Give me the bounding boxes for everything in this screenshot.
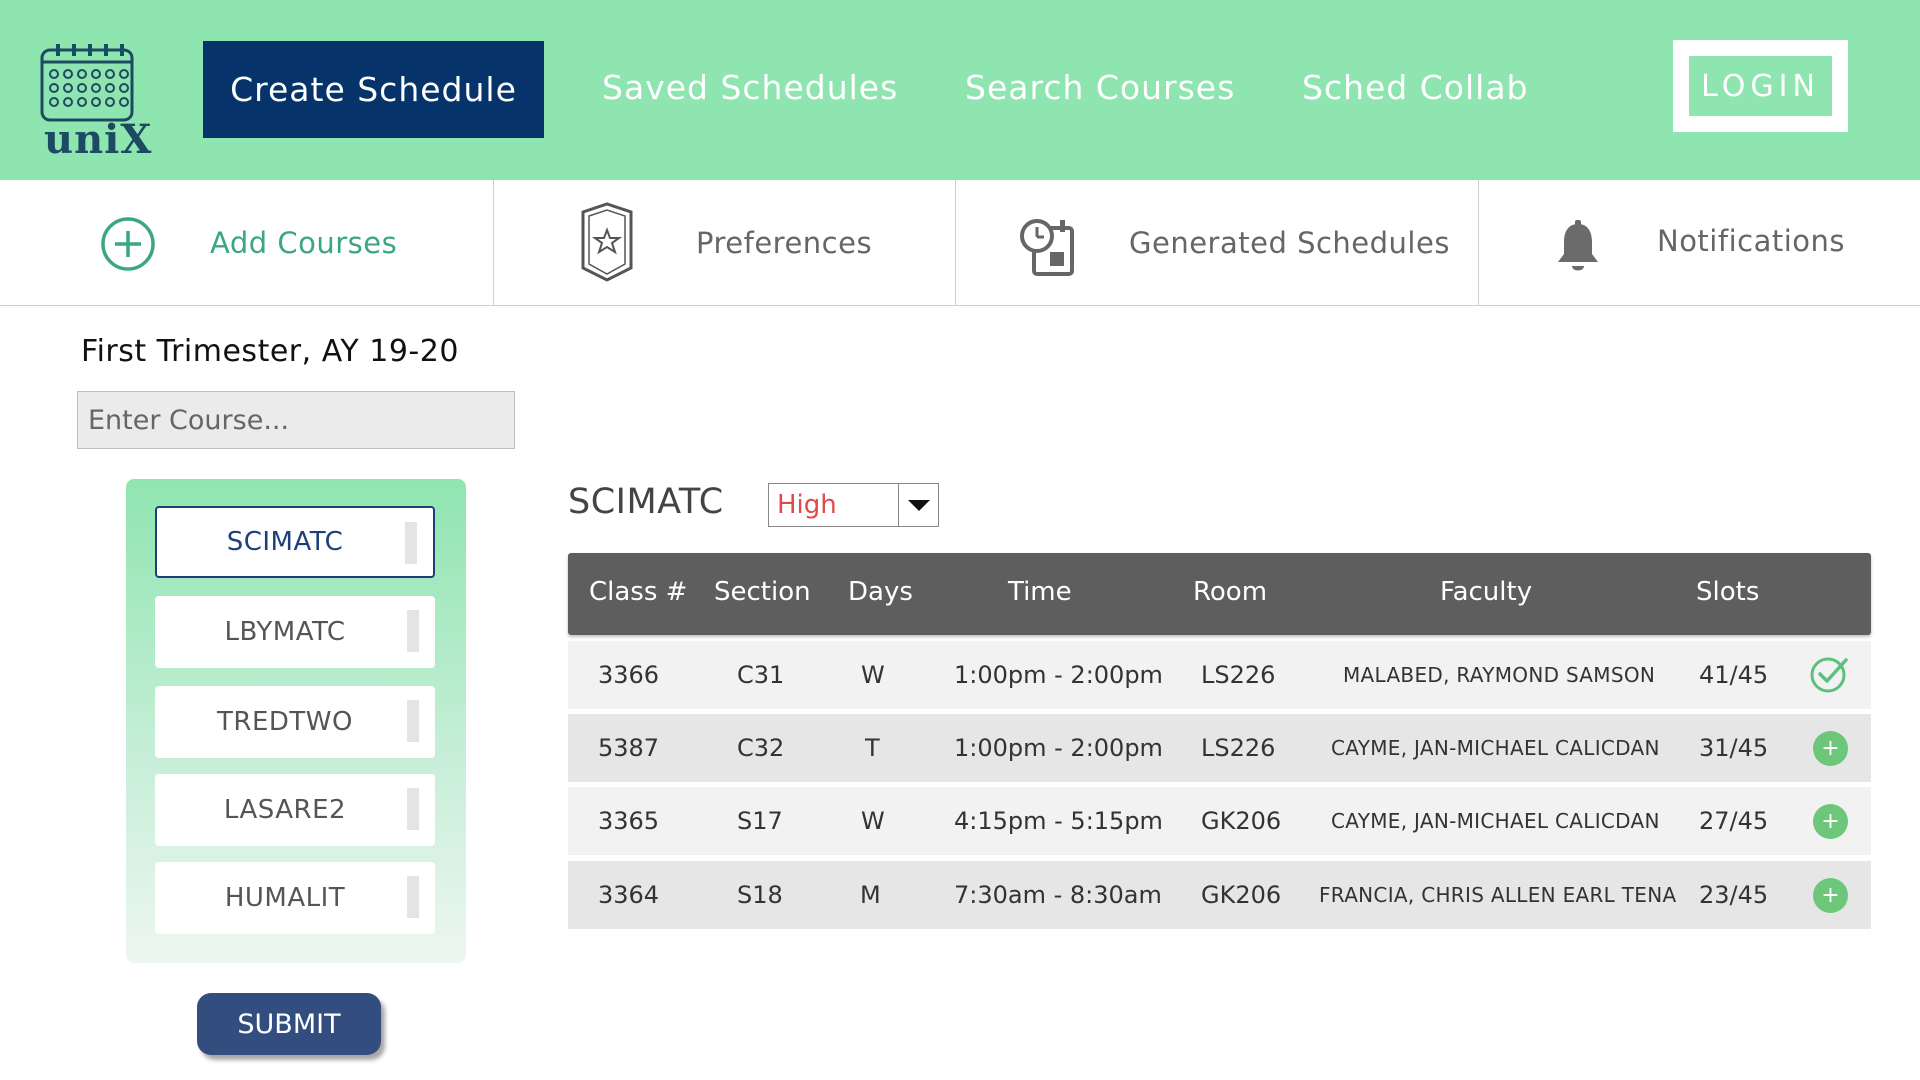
nav-search-courses[interactable]: Search Courses: [965, 68, 1235, 107]
course-search-input[interactable]: [77, 391, 515, 449]
cell-room: GK206: [1201, 881, 1282, 909]
column-header-days: Days: [848, 577, 913, 607]
course-item-label: HUMALIT: [224, 883, 346, 913]
submit-button[interactable]: SUBMIT: [197, 993, 381, 1055]
tab-add-courses-label: Add Courses: [210, 226, 398, 260]
course-item-tredtwo[interactable]: TREDTWO: [155, 686, 435, 758]
cell-slots: 31/45: [1699, 734, 1769, 762]
tab-generated-schedules[interactable]: Generated Schedules: [956, 180, 1479, 305]
nav-saved-schedules[interactable]: Saved Schedules: [602, 68, 898, 107]
drag-handle[interactable]: [407, 610, 419, 652]
column-header-section: Section: [714, 577, 811, 607]
cell-section: C32: [737, 734, 785, 762]
cell-section: S17: [737, 807, 783, 835]
add-section-button[interactable]: +: [1813, 878, 1848, 913]
cell-faculty: FRANCIA, CHRIS ALLEN EARL TENA: [1319, 883, 1677, 907]
cell-section: S18: [737, 881, 783, 909]
selected-course-title: SCIMATC: [568, 482, 724, 522]
drag-handle[interactable]: [405, 522, 417, 564]
chevron-down-icon: [908, 500, 930, 511]
tab-notifications[interactable]: Notifications: [1479, 180, 1920, 305]
cell-slots: 23/45: [1699, 881, 1769, 909]
nav-create-schedule[interactable]: Create Schedule: [203, 41, 544, 138]
calendar-icon: [40, 44, 134, 122]
sections-table-header: Class # Section Days Time Room Faculty S…: [568, 553, 1871, 635]
course-item-scimatc[interactable]: SCIMATC: [155, 506, 435, 578]
drag-handle[interactable]: [407, 700, 419, 742]
login-button[interactable]: LOGIN: [1689, 56, 1832, 116]
course-item-label: TREDTWO: [217, 707, 353, 737]
table-row[interactable]: 3366 C31 W 1:00pm - 2:00pm LS226 MALABED…: [568, 641, 1871, 709]
clock-calendar-icon: [1020, 219, 1074, 276]
cell-days: M: [860, 881, 881, 909]
course-item-label: SCIMATC: [226, 527, 344, 557]
column-header-class: Class #: [589, 577, 688, 607]
cell-days: W: [861, 661, 885, 689]
cell-faculty: CAYME, JAN-MICHAEL CALICDAN: [1331, 736, 1660, 760]
add-section-button[interactable]: +: [1813, 731, 1848, 766]
tab-preferences-label: Preferences: [696, 226, 873, 260]
column-header-faculty: Faculty: [1440, 577, 1533, 607]
nav-sched-collab[interactable]: Sched Collab: [1302, 68, 1528, 107]
cell-room: LS226: [1201, 661, 1276, 689]
check-icon[interactable]: [1810, 654, 1850, 694]
tab-preferences[interactable]: Preferences: [494, 180, 956, 305]
cell-room: GK206: [1201, 807, 1282, 835]
tab-notifications-label: Notifications: [1657, 224, 1846, 258]
course-item-humalit[interactable]: HUMALIT: [155, 862, 435, 934]
priority-value: High: [777, 490, 837, 520]
course-item-label: LBYMATC: [224, 617, 346, 647]
dropdown-toggle[interactable]: [898, 484, 938, 526]
column-header-time: Time: [1008, 577, 1072, 607]
cell-slots: 27/45: [1699, 807, 1769, 835]
logo-text: uniX: [44, 116, 153, 163]
tab-generated-schedules-label: Generated Schedules: [1129, 226, 1450, 260]
drag-handle[interactable]: [407, 876, 419, 918]
cell-time: 4:15pm - 5:15pm: [954, 807, 1163, 835]
cell-time: 7:30am - 8:30am: [954, 881, 1162, 909]
plus-circle-icon: [101, 217, 155, 271]
cell-class-number: 3364: [598, 881, 660, 909]
course-item-lbymatc[interactable]: LBYMATC: [155, 596, 435, 668]
cell-time: 1:00pm - 2:00pm: [954, 734, 1163, 762]
cell-class-number: 5387: [598, 734, 660, 762]
priority-dropdown[interactable]: High: [768, 483, 939, 527]
table-row[interactable]: 3364 S18 M 7:30am - 8:30am GK206 FRANCIA…: [568, 861, 1871, 929]
table-row[interactable]: 3365 S17 W 4:15pm - 5:15pm GK206 CAYME, …: [568, 787, 1871, 855]
course-item-label: LASARE2: [223, 795, 347, 825]
cell-section: C31: [737, 661, 785, 689]
column-header-slots: Slots: [1696, 577, 1760, 607]
cell-class-number: 3366: [598, 661, 660, 689]
table-row[interactable]: 5387 C32 T 1:00pm - 2:00pm LS226 CAYME, …: [568, 714, 1871, 782]
step-tabs: Add Courses Preferences Generated Schedu…: [0, 180, 1920, 306]
unix-logo[interactable]: uniX: [38, 42, 151, 163]
badge-star-icon: [581, 202, 633, 282]
cell-room: LS226: [1201, 734, 1276, 762]
bell-icon: [1558, 220, 1598, 271]
tab-add-courses[interactable]: Add Courses: [0, 180, 494, 305]
cell-faculty: CAYME, JAN-MICHAEL CALICDAN: [1331, 809, 1660, 833]
cell-faculty: MALABED, RAYMOND SAMSON: [1343, 663, 1656, 687]
cell-days: W: [861, 807, 885, 835]
cell-slots: 41/45: [1699, 661, 1769, 689]
term-title: First Trimester, AY 19-20: [81, 334, 459, 369]
course-item-lasare2[interactable]: LASARE2: [155, 774, 435, 846]
drag-handle[interactable]: [407, 788, 419, 830]
top-navigation-bar: uniX Create Schedule Saved Schedules Sea…: [0, 0, 1920, 180]
cell-days: T: [865, 734, 880, 762]
cell-time: 1:00pm - 2:00pm: [954, 661, 1163, 689]
add-section-button[interactable]: +: [1813, 804, 1848, 839]
cell-class-number: 3365: [598, 807, 660, 835]
column-header-room: Room: [1193, 577, 1268, 607]
